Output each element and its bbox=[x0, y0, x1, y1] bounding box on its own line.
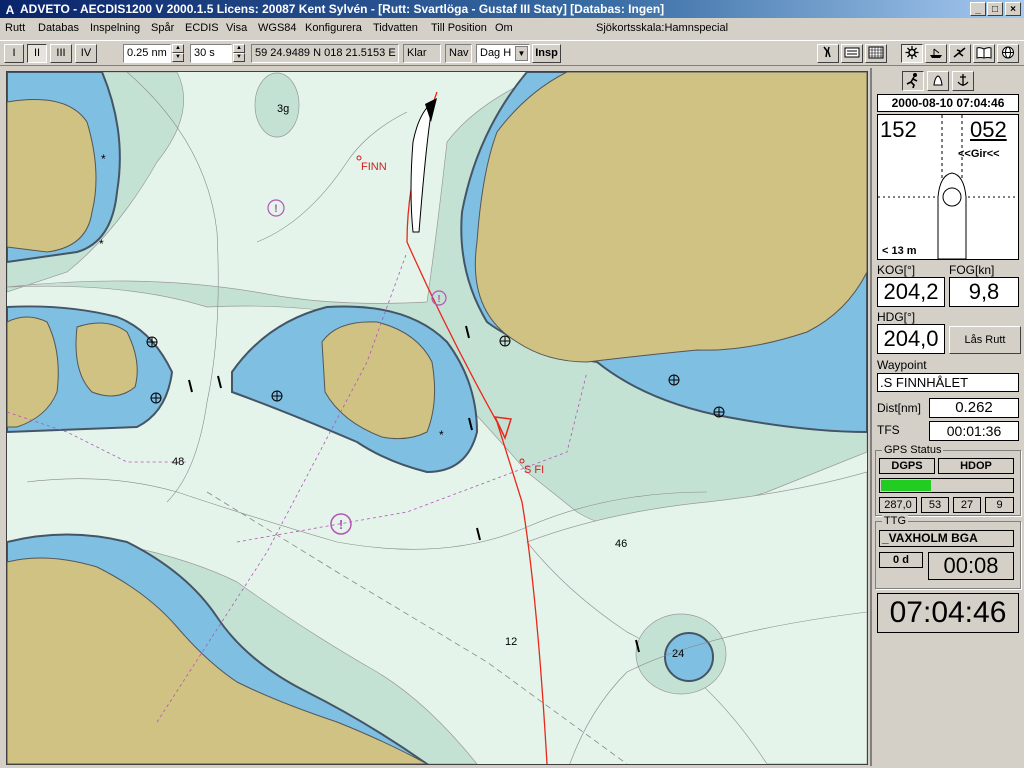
mode-button-2[interactable]: II bbox=[27, 44, 47, 63]
chart-scale-label: Sjökortsskala:Hamnspecial bbox=[596, 22, 729, 34]
tfs-value: 00:01:36 bbox=[929, 421, 1019, 441]
bell-icon[interactable] bbox=[927, 71, 949, 91]
svg-text:*: * bbox=[439, 428, 444, 442]
depth-label: 46 bbox=[615, 538, 627, 550]
ttg-days: 0 d bbox=[879, 552, 923, 568]
datetime-display: 2000-08-10 07:04:46 bbox=[877, 94, 1019, 112]
menu-spar[interactable]: Spår bbox=[151, 18, 174, 38]
depth-label: 48 bbox=[172, 456, 184, 468]
chart-canvas[interactable]: ! ! ! * * * FINN S FI 3g 48 46 12 24 bbox=[7, 72, 867, 764]
svg-text:*: * bbox=[99, 237, 104, 251]
ttg-label: TTG bbox=[882, 515, 908, 527]
anchor-icon[interactable] bbox=[952, 71, 974, 91]
gps-value-4: 9 bbox=[985, 497, 1014, 513]
gps-value-2: 53 bbox=[921, 497, 949, 513]
gps-status-label: GPS Status bbox=[882, 444, 944, 456]
waypoint-value: .S FINNHÅLET bbox=[877, 373, 1019, 392]
gear-icon[interactable] bbox=[901, 44, 923, 63]
run-icon[interactable] bbox=[902, 71, 924, 91]
display-mode-value: Dag H bbox=[480, 47, 512, 59]
hdg-value: 204,0 bbox=[877, 324, 945, 354]
insp-button[interactable]: Insp bbox=[532, 44, 561, 63]
app-icon: A bbox=[5, 3, 15, 17]
nautical-chart[interactable]: ! ! ! * * * FINN S FI 3g 48 46 12 24 bbox=[6, 71, 868, 765]
status-field: Klar bbox=[403, 44, 441, 63]
menu-inspelning[interactable]: Inspelning bbox=[90, 18, 140, 38]
close-button[interactable]: × bbox=[1005, 2, 1021, 16]
ttg-time: 00:08 bbox=[928, 552, 1014, 580]
menu-tidvatten[interactable]: Tidvatten bbox=[373, 18, 418, 38]
ship-icon[interactable] bbox=[925, 44, 947, 63]
land-area bbox=[7, 99, 97, 253]
place-label-finn: FINN bbox=[361, 161, 387, 173]
waypoint-label: Waypoint bbox=[877, 358, 927, 372]
ship-outline-graphic bbox=[878, 115, 1018, 259]
gps-value-3: 27 bbox=[953, 497, 981, 513]
svg-text:*: * bbox=[101, 152, 106, 166]
display-mode-select[interactable]: Dag H ▼ bbox=[476, 44, 530, 63]
minimize-button[interactable]: _ bbox=[970, 2, 986, 16]
hdg-label: HDG[°] bbox=[877, 310, 916, 324]
conning-display: 152 052 <<Gir<< < 13 m bbox=[877, 114, 1019, 260]
menu-konfigurera[interactable]: Konfigurera bbox=[305, 18, 362, 38]
range-input[interactable]: 0.25 nm bbox=[123, 44, 171, 63]
menu-rutt[interactable]: Rutt bbox=[5, 18, 25, 38]
mode-button-1[interactable]: I bbox=[4, 44, 24, 63]
menu-om[interactable]: Om bbox=[495, 18, 513, 38]
menu-wgs84[interactable]: WGS84 bbox=[258, 18, 297, 38]
ttg-target: _VAXHOLM BGA bbox=[879, 530, 1014, 547]
svg-text:!: ! bbox=[437, 294, 440, 305]
gps-mode: DGPS bbox=[879, 458, 935, 474]
toolbar: I II III IV 0.25 nm ▲ ▼ 30 s ▲ ▼ 59 24.948… bbox=[0, 40, 1024, 66]
ttg-group: TTG _VAXHOLM BGA 0 d 00:08 bbox=[875, 515, 1021, 589]
gps-status-group: GPS Status DGPS HDOP 287,0 53 27 9 bbox=[875, 444, 1021, 516]
menu-databas[interactable]: Databas bbox=[38, 18, 79, 38]
list-icon[interactable] bbox=[841, 44, 863, 63]
interval-spinner[interactable]: ▲ ▼ bbox=[233, 44, 245, 63]
depth-label: 3g bbox=[277, 103, 289, 115]
interval-input[interactable]: 30 s bbox=[190, 44, 232, 63]
book-icon[interactable] bbox=[973, 44, 995, 63]
dist-value: 0.262 bbox=[929, 398, 1019, 418]
gps-signal-fill bbox=[881, 480, 931, 491]
fog-value: 9,8 bbox=[949, 277, 1019, 307]
mode-button-4[interactable]: IV bbox=[75, 44, 97, 63]
gps-value-course: 287,0 bbox=[879, 497, 917, 513]
window-title: ADVETO - AECDIS1200 V 2000.1.5 Licens: 2… bbox=[20, 2, 665, 16]
title-bar: A ADVETO - AECDIS1200 V 2000.1.5 Licens:… bbox=[0, 0, 1024, 18]
svg-text:!: ! bbox=[274, 203, 278, 215]
chevron-down-icon: ▼ bbox=[515, 46, 528, 61]
depth-label: 12 bbox=[505, 636, 517, 648]
range-spinner[interactable]: ▲ ▼ bbox=[172, 44, 184, 63]
kog-label: KOG[°] bbox=[877, 263, 916, 277]
maximize-button[interactable]: □ bbox=[987, 2, 1003, 16]
depth-label: 24 bbox=[672, 648, 684, 660]
svg-text:!: ! bbox=[339, 517, 343, 532]
plane-icon[interactable] bbox=[949, 44, 971, 63]
menu-bar: Rutt Databas Inspelning Spår ECDIS Visa … bbox=[0, 18, 1024, 38]
gps-signal-bar bbox=[879, 478, 1014, 493]
clock-display: 07:04:46 bbox=[877, 593, 1019, 633]
dist-label: Dist[nm] bbox=[877, 401, 922, 415]
mode-button-3[interactable]: III bbox=[50, 44, 72, 63]
navigation-panel: 2000-08-10 07:04:46 152 052 <<Gir<< < 13… bbox=[870, 68, 1022, 766]
position-readout: 59 24.9489 N 018 21.5153 E bbox=[251, 44, 399, 63]
place-label-sfi: S FI bbox=[524, 464, 544, 476]
fog-label: FOG[kn] bbox=[949, 263, 995, 277]
tfs-label: TFS bbox=[877, 423, 900, 437]
globe-icon[interactable] bbox=[997, 44, 1019, 63]
land-area bbox=[474, 72, 867, 363]
lock-route-button[interactable]: Lås Rutt bbox=[949, 326, 1021, 354]
menu-till-position[interactable]: Till Position bbox=[431, 18, 487, 38]
kog-value: 204,2 bbox=[877, 277, 945, 307]
grid-icon[interactable] bbox=[865, 44, 887, 63]
nav-field: Nav bbox=[445, 44, 472, 63]
menu-ecdis[interactable]: ECDIS bbox=[185, 18, 219, 38]
wrench-icon[interactable] bbox=[817, 44, 839, 63]
gps-hdop: HDOP bbox=[938, 458, 1014, 474]
menu-visa[interactable]: Visa bbox=[226, 18, 247, 38]
